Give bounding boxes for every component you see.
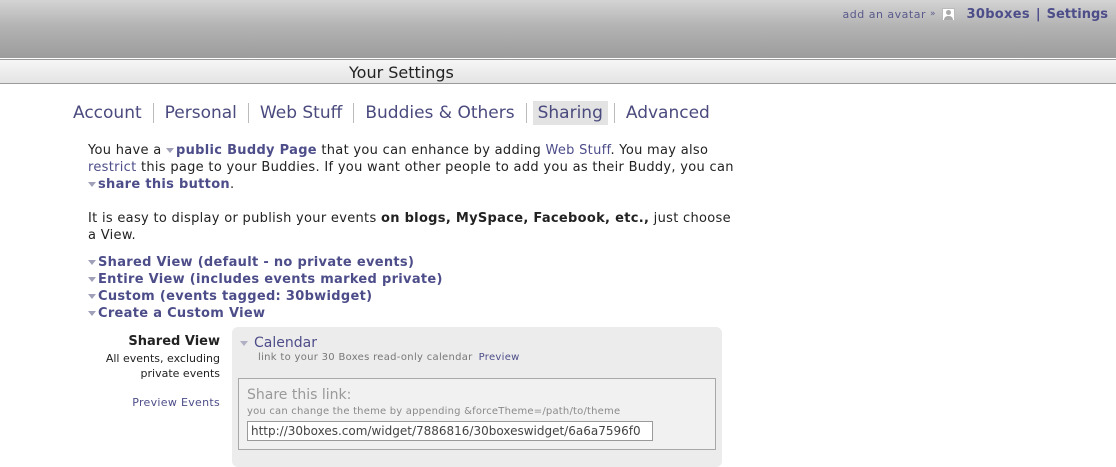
buddy-page-link[interactable]: public Buddy Page <box>176 143 317 158</box>
expand-triangle-icon <box>165 148 174 153</box>
calendar-sub-text: link to your 30 Boxes read-only calendar <box>258 352 473 363</box>
view-custom-label: Custom (events tagged: 30bwidget) <box>98 289 373 304</box>
expand-triangle-icon <box>88 182 96 187</box>
brand-link[interactable]: 30boxes <box>967 7 1030 22</box>
share-link-hint: you can change the theme by appending &f… <box>247 406 621 417</box>
tab-account[interactable]: Account <box>68 101 147 125</box>
publish-bold-text: on blogs, MySpace, Facebook, etc., <box>380 211 650 226</box>
tab-divider <box>613 103 615 123</box>
tab-web-stuff[interactable]: Web Stuff <box>255 101 347 125</box>
shared-view-desc-line: All events, excluding <box>105 352 220 365</box>
view-shared[interactable]: Shared View (default - no private events… <box>88 254 443 271</box>
expand-triangle-icon <box>88 294 96 299</box>
intro-text: You have a <box>88 143 166 158</box>
intro-text: . <box>229 177 235 192</box>
header-separator: | <box>1035 6 1041 22</box>
tab-divider <box>353 103 355 123</box>
add-avatar-link[interactable]: add an avatar <box>843 8 926 21</box>
view-create-custom-label: Create a Custom View <box>98 306 266 321</box>
share-link-box: Share this link: you can change the them… <box>238 378 716 450</box>
arrow-icon: » <box>929 9 936 19</box>
settings-tabs: Account Personal Web Stuff Buddies & Oth… <box>68 101 715 125</box>
shared-view-desc-line: private events <box>140 367 220 380</box>
tab-buddies-others[interactable]: Buddies & Others <box>360 101 519 125</box>
header-user-links: add an avatar » 30boxes | Settings <box>843 5 1109 23</box>
restrict-link[interactable]: restrict <box>88 160 137 175</box>
tab-sharing[interactable]: Sharing <box>532 101 608 125</box>
page-title: Your Settings <box>349 63 454 82</box>
settings-link[interactable]: Settings <box>1047 7 1108 22</box>
tab-advanced[interactable]: Advanced <box>621 101 715 125</box>
shared-view-description: All events, excluding private events <box>90 351 220 381</box>
calendar-toggle[interactable]: Calendar <box>240 335 317 351</box>
view-custom[interactable]: Custom (events tagged: 30bwidget) <box>88 288 443 305</box>
view-entire-label: Entire View (includes events marked priv… <box>98 272 443 287</box>
tab-personal[interactable]: Personal <box>160 101 242 125</box>
title-bar: Your Settings <box>0 59 1116 84</box>
view-options: Shared View (default - no private events… <box>88 254 443 322</box>
intro-paragraph: You have a public Buddy Page that you ca… <box>88 142 738 193</box>
top-header: add an avatar » 30boxes | Settings <box>0 0 1116 58</box>
share-panel: Calendar link to your 30 Boxes read-only… <box>232 327 722 467</box>
view-create-custom[interactable]: Create a Custom View <box>88 305 443 322</box>
intro-text: . You may also <box>610 143 709 158</box>
tab-divider <box>525 103 527 123</box>
share-button-link[interactable]: share this button <box>98 177 230 192</box>
tab-divider <box>247 103 249 123</box>
preview-events-link[interactable]: Preview Events <box>100 396 220 409</box>
shared-view-title: Shared View <box>128 334 220 349</box>
tab-divider <box>152 103 154 123</box>
avatar-icon[interactable] <box>941 7 955 21</box>
expand-triangle-icon <box>88 311 96 316</box>
calendar-label: Calendar <box>254 335 317 351</box>
view-shared-label: Shared View (default - no private events… <box>98 255 415 270</box>
expand-triangle-icon <box>88 277 96 282</box>
intro-text: this page to your Buddies. If you want o… <box>136 160 734 175</box>
share-link-title: Share this link: <box>247 387 352 403</box>
calendar-preview-link[interactable]: Preview <box>479 352 520 363</box>
share-link-input[interactable] <box>247 421 653 441</box>
web-stuff-link[interactable]: Web Stuff <box>545 143 610 158</box>
calendar-subtitle: link to your 30 Boxes read-only calendar… <box>258 352 520 363</box>
publish-paragraph: It is easy to display or publish your ev… <box>88 210 738 244</box>
expand-triangle-icon <box>88 260 96 265</box>
view-entire[interactable]: Entire View (includes events marked priv… <box>88 271 443 288</box>
expand-triangle-icon <box>240 340 248 346</box>
publish-text: It is easy to display or publish your ev… <box>88 211 381 226</box>
intro-text: that you can enhance by adding <box>316 143 546 158</box>
